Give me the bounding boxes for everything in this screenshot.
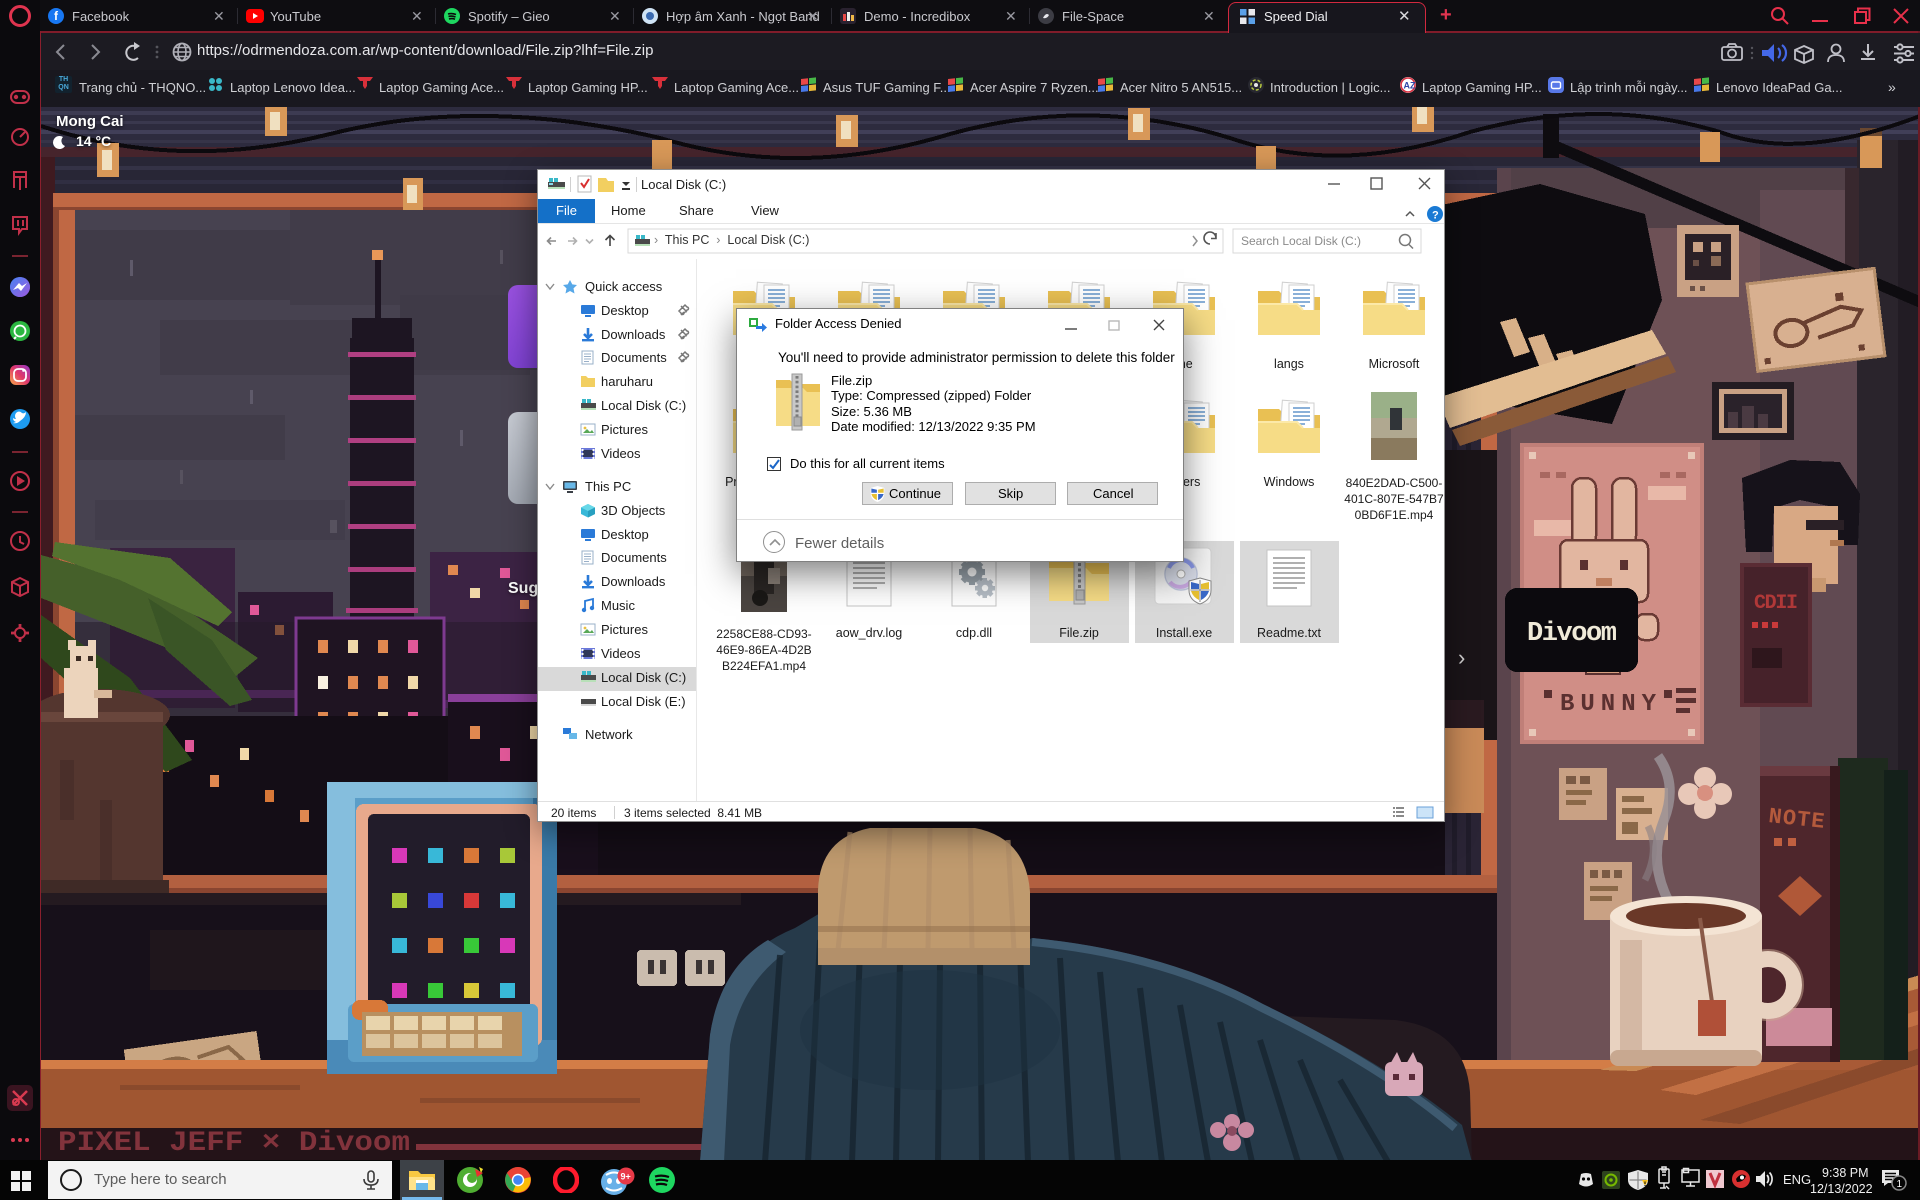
- svg-text:?: ?: [1432, 210, 1439, 222]
- svg-text:ENG: ENG: [1783, 1172, 1811, 1187]
- svg-text:9+: 9+: [621, 1172, 631, 1182]
- svg-text:9:38 PM: 9:38 PM: [1822, 1166, 1869, 1180]
- svg-text:1: 1: [1897, 1179, 1903, 1190]
- svg-text:12/13/2022: 12/13/2022: [1810, 1182, 1873, 1196]
- svg-text:AZ: AZ: [1404, 81, 1416, 91]
